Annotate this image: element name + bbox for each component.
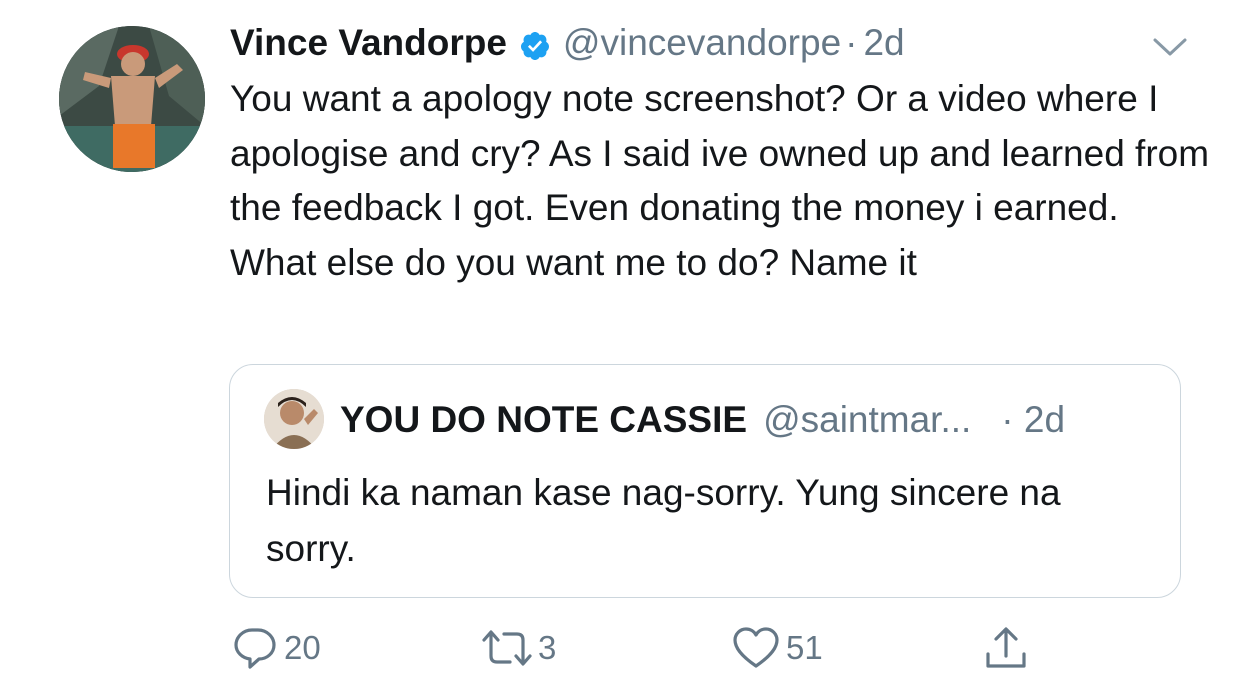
- share-icon: [982, 624, 1030, 672]
- author-handle[interactable]: @vincevandorpe: [563, 20, 841, 66]
- quoted-tweet[interactable]: YOU DO NOTE CASSIE @saintmar... · 2d Hin…: [229, 364, 1181, 598]
- quoted-tweet-text: Hindi ka naman kase nag-sorry. Yung sinc…: [266, 472, 1061, 569]
- quoted-tweet-header: YOU DO NOTE CASSIE @saintmar... · 2d: [340, 398, 1065, 442]
- separator-dot: ·: [845, 22, 858, 63]
- reply-count: 20: [284, 629, 321, 666]
- author-avatar[interactable]: [59, 26, 205, 172]
- reply-button[interactable]: 20: [232, 620, 321, 676]
- tweet-header: Vince Vandorpe @vincevandorpe · 2d: [230, 20, 905, 66]
- quoted-author-handle: @saintmar...: [763, 399, 972, 440]
- retweet-icon: [478, 626, 536, 670]
- quoted-tweet-time: · 2d: [1001, 399, 1066, 440]
- quoted-author-avatar: [264, 389, 324, 449]
- like-count: 51: [786, 629, 823, 666]
- tweet-time[interactable]: 2d: [863, 20, 904, 66]
- tweet-actions: 20 3 51: [230, 620, 1050, 676]
- heart-icon: [732, 626, 780, 670]
- quoted-author-name: YOU DO NOTE CASSIE: [340, 399, 748, 440]
- retweet-count: 3: [538, 629, 557, 666]
- author-name[interactable]: Vince Vandorpe: [230, 20, 507, 66]
- like-button[interactable]: 51: [732, 620, 823, 676]
- tweet[interactable]: Vince Vandorpe @vincevandorpe · 2d You w…: [0, 0, 1242, 700]
- verified-badge-icon: [519, 27, 551, 60]
- tweet-text: You want a apology note screenshot? Or a…: [230, 78, 1210, 283]
- chevron-down-icon[interactable]: [1152, 36, 1188, 58]
- share-button[interactable]: [982, 620, 1030, 676]
- reply-icon: [232, 626, 278, 670]
- retweet-button[interactable]: 3: [478, 620, 556, 676]
